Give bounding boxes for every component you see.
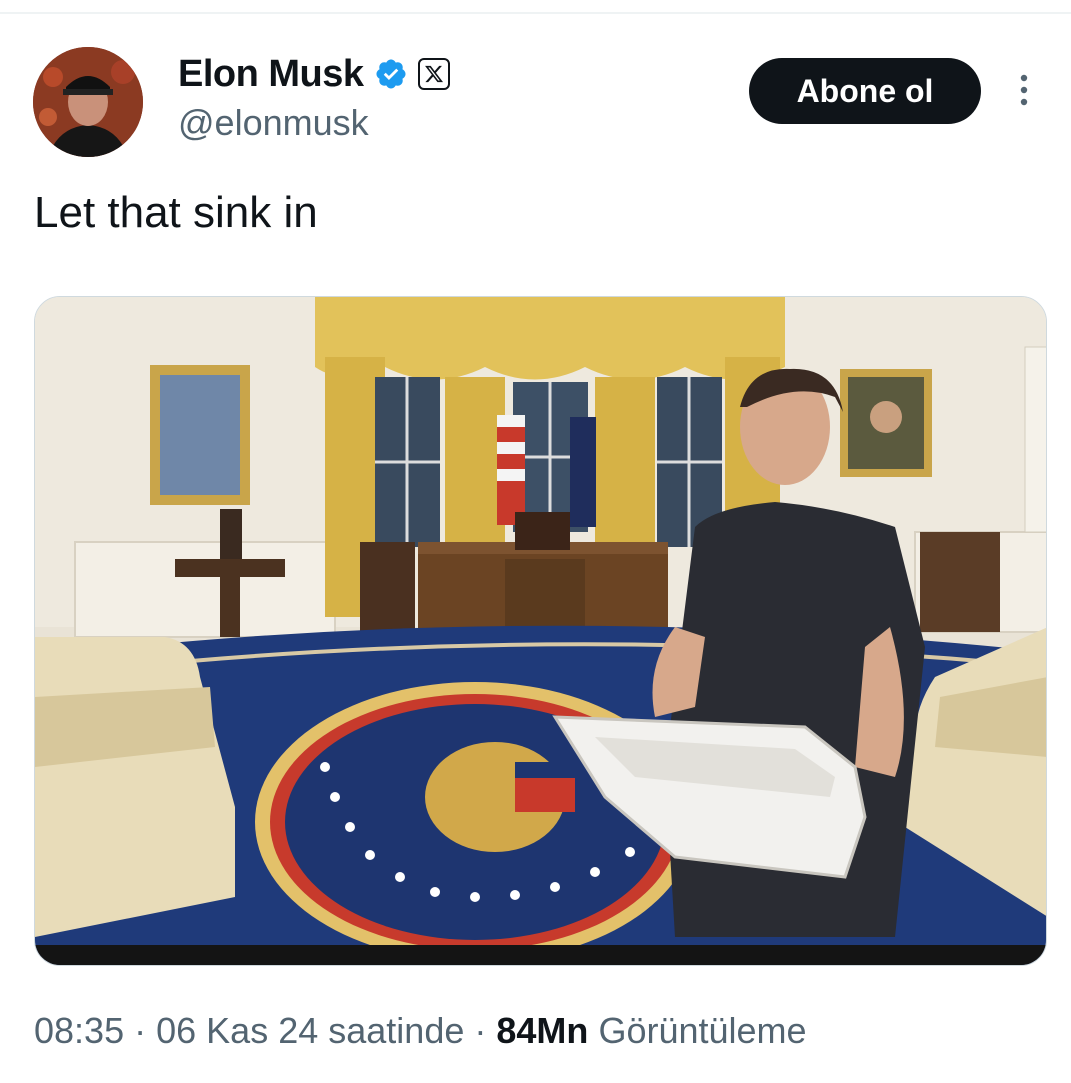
verified-badge-icon[interactable] bbox=[374, 57, 408, 91]
avatar[interactable] bbox=[33, 47, 143, 157]
more-vertical-icon[interactable] bbox=[1010, 70, 1038, 110]
author-handle[interactable]: @elonmusk bbox=[178, 102, 369, 144]
author-name-row: Elon Musk bbox=[178, 52, 450, 96]
author-display-name[interactable]: Elon Musk bbox=[178, 53, 364, 96]
follow-button[interactable]: Abone ol bbox=[749, 58, 981, 124]
views-count: 84Mn bbox=[496, 1010, 589, 1051]
tweet-text: Let that sink in bbox=[34, 188, 318, 237]
views-label: Görüntüleme bbox=[598, 1010, 807, 1051]
tweet-meta: 08:35 · 06 Kas 24 saatinde · 84Mn Görünt… bbox=[34, 1010, 807, 1052]
tweet-media-image[interactable] bbox=[34, 296, 1047, 966]
tweet-date[interactable]: 06 Kas 24 saatinde bbox=[156, 1010, 464, 1051]
top-divider bbox=[0, 12, 1071, 14]
x-logo-icon[interactable] bbox=[417, 58, 450, 90]
meta-separator: · bbox=[134, 1010, 147, 1051]
tweet-time[interactable]: 08:35 bbox=[34, 1010, 124, 1051]
meta-separator: · bbox=[474, 1010, 487, 1051]
